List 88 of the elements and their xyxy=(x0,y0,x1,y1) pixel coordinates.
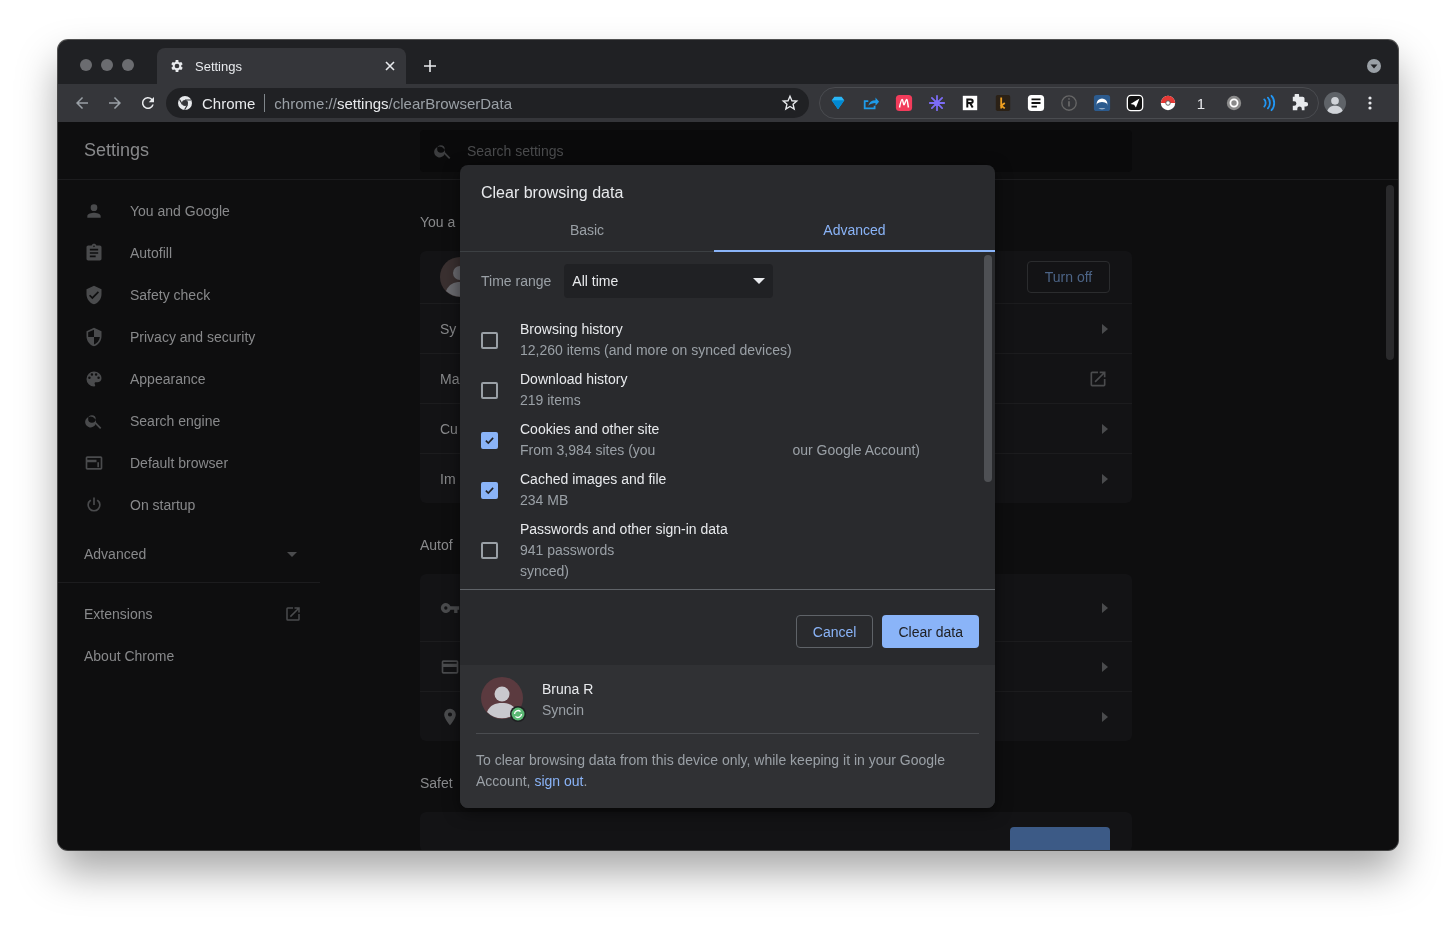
sidebar-item[interactable]: Privacy and security xyxy=(58,316,320,358)
checkbox[interactable] xyxy=(481,431,498,449)
item-detail: 12,260 items (and more on synced devices) xyxy=(520,341,792,360)
sidebar-link[interactable]: Extensions xyxy=(58,593,320,635)
browser-tab[interactable]: Settings xyxy=(157,48,406,84)
url-text: chrome://settings/clearBrowserData xyxy=(274,94,512,112)
square-logo-icon[interactable] xyxy=(994,94,1012,112)
checkbox[interactable] xyxy=(481,331,498,349)
tab[interactable]: Basic xyxy=(460,210,714,252)
shield-check-icon xyxy=(84,285,104,305)
wave-logo-icon[interactable] xyxy=(1093,94,1111,112)
item-title: Browsing history xyxy=(520,320,624,339)
scrollbar[interactable] xyxy=(984,255,992,482)
shield-icon xyxy=(84,327,104,347)
item-detail: From 3,984 sites (you xyxy=(520,441,656,460)
new-tab-icon[interactable] xyxy=(423,59,437,73)
clear-data-button[interactable]: Clear data xyxy=(882,615,979,648)
item-detail: synced) xyxy=(520,562,570,581)
star-icon[interactable] xyxy=(781,94,799,112)
checkbox[interactable] xyxy=(481,542,498,559)
advanced-toggle[interactable]: Advanced xyxy=(58,526,320,582)
item-title: Cookies and other site xyxy=(520,420,661,439)
time-range-label: Time range xyxy=(481,273,552,289)
puzzle-icon[interactable] xyxy=(1291,94,1309,112)
sparkle-icon[interactable] xyxy=(928,94,946,112)
row-label: Sy xyxy=(440,320,457,337)
note-text: To clear browsing data from this device only, while keeping it in your Google Account, sign out. xyxy=(476,751,946,791)
item-detail: 219 items xyxy=(520,391,581,410)
tab[interactable]: Advanced xyxy=(714,210,995,252)
sync-status: Syncin xyxy=(542,701,586,720)
page-title: Settings xyxy=(83,140,151,161)
sidebar-item[interactable]: You and Google xyxy=(58,190,320,232)
dialog-title: Clear browsing data xyxy=(480,183,625,203)
settings-icon xyxy=(169,58,185,74)
sidebar-item[interactable]: Autofill xyxy=(58,232,320,274)
item-title: Download history xyxy=(520,370,628,389)
scrollbar[interactable] xyxy=(1386,185,1394,360)
item-detail: our Google Account) xyxy=(792,441,921,460)
dropdown-icon[interactable] xyxy=(1366,58,1382,74)
sidebar-item[interactable]: Default browser xyxy=(58,442,320,484)
sidebar-item[interactable]: Safety check xyxy=(58,274,320,316)
browser-logo-icon xyxy=(177,95,193,111)
external-link-icon xyxy=(284,605,302,623)
extension-badge[interactable]: 1 xyxy=(1192,94,1210,112)
browser-window-icon xyxy=(84,453,104,473)
checkbox[interactable] xyxy=(481,481,498,499)
tab-title: Settings xyxy=(195,58,243,74)
forward-icon[interactable] xyxy=(106,94,124,112)
address-bar[interactable]: Chrome chrome://settings/clearBrowserData xyxy=(166,88,809,118)
window-control[interactable] xyxy=(122,59,134,71)
gem-icon[interactable] xyxy=(829,94,847,112)
avatar xyxy=(481,677,527,723)
ball-icon[interactable] xyxy=(1159,94,1177,112)
time-range-dropdown[interactable]: All time xyxy=(564,264,774,298)
sidebar-item[interactable]: Appearance xyxy=(58,358,320,400)
window-control[interactable] xyxy=(101,59,113,71)
site-label: Chrome xyxy=(202,94,256,112)
sidebar-item[interactable]: On startup xyxy=(58,484,320,526)
sidebar-link[interactable]: About Chrome xyxy=(58,635,320,677)
section-title: Autof xyxy=(420,536,453,555)
row-label: Ma xyxy=(440,370,460,387)
square-logo-icon[interactable] xyxy=(961,94,979,112)
power-icon xyxy=(84,495,104,515)
item-detail: 941 passwords xyxy=(520,541,615,560)
app-logo-icon[interactable] xyxy=(895,94,913,112)
caret-icon xyxy=(753,278,766,284)
cancel-button[interactable]: Cancel xyxy=(795,615,874,648)
send-icon[interactable] xyxy=(1126,94,1144,112)
window-control[interactable] xyxy=(80,59,92,71)
close-icon[interactable] xyxy=(384,60,396,72)
turn-off-button[interactable]: Turn off xyxy=(1027,261,1110,293)
account-name: Bruna R xyxy=(542,680,594,699)
sidebar-item[interactable]: Search engine xyxy=(58,400,320,442)
reload-icon[interactable] xyxy=(139,94,157,112)
row-label: Im xyxy=(440,470,456,487)
notes-icon[interactable] xyxy=(1027,94,1045,112)
checkbox[interactable] xyxy=(481,381,498,399)
item-detail: 234 MB xyxy=(520,491,569,510)
row-label: Cu xyxy=(440,420,458,437)
palette-icon xyxy=(84,369,104,389)
ring-icon[interactable] xyxy=(1225,94,1243,112)
section-title: You a xyxy=(420,213,456,232)
item-title: Cached images and file xyxy=(520,470,667,489)
avatar[interactable] xyxy=(1324,92,1346,114)
item-title: Passwords and other sign-in data xyxy=(520,520,728,539)
clipboard-icon xyxy=(84,243,104,263)
section-title: Safet xyxy=(420,774,453,793)
person-icon xyxy=(84,201,104,221)
